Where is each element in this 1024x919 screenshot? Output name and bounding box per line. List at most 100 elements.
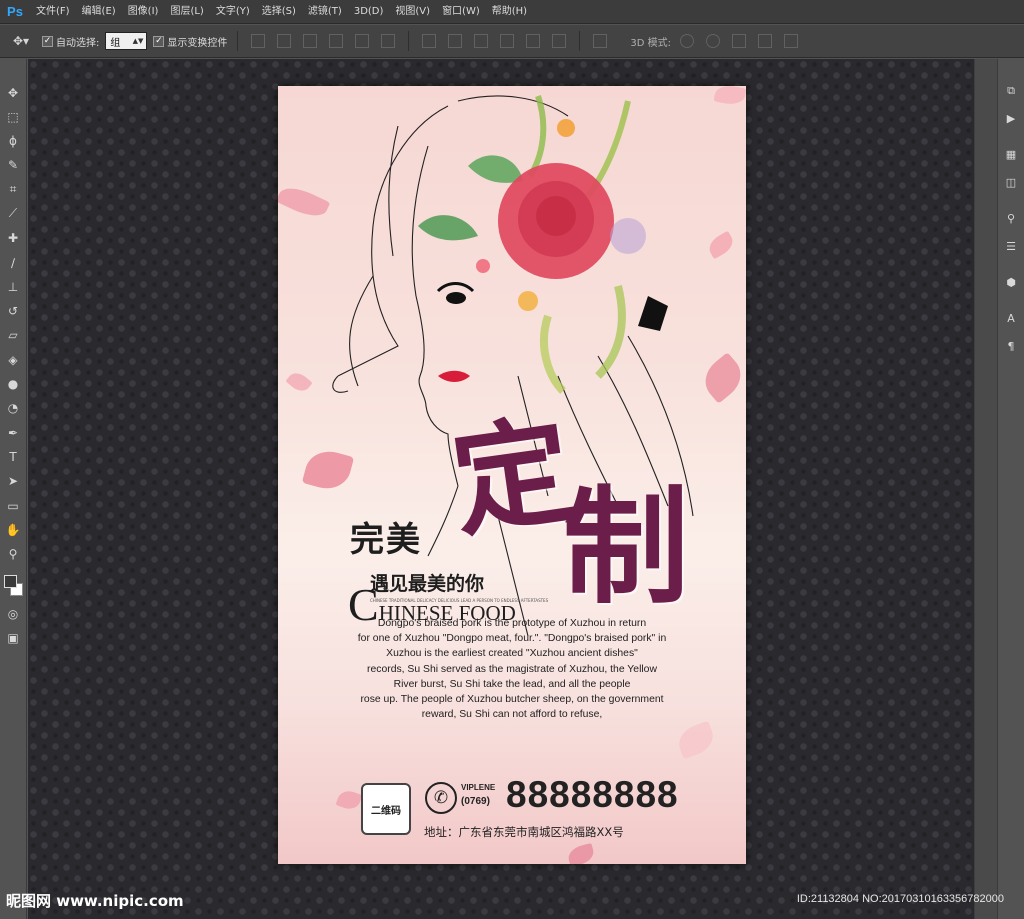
- brush-settings-icon[interactable]: ⚲: [1002, 209, 1020, 228]
- zoom-tool-icon[interactable]: ⚲: [4, 545, 22, 564]
- distribute-vcenter-icon[interactable]: [448, 34, 463, 48]
- petal-decoration: [713, 86, 746, 107]
- eraser-tool-icon[interactable]: ▱: [4, 326, 22, 345]
- auto-select-checkbox[interactable]: ✓ 自动选择:: [42, 34, 99, 49]
- photoshop-logo: Ps: [7, 4, 23, 19]
- quick-select-tool-icon[interactable]: ✎: [4, 156, 22, 175]
- description-line: for one of Xuzhou "Dongpo meat, four.". …: [357, 633, 667, 645]
- 3d-panel-icon[interactable]: ⬢: [1002, 273, 1020, 292]
- panel-collapse-strip: [974, 59, 997, 919]
- watermark-id: ID:21132804 NO:20170310163356782000: [796, 893, 1004, 905]
- description-line: Dongpo's braised pork is the prototype o…: [377, 618, 647, 629]
- blur-tool-icon[interactable]: ●: [4, 375, 22, 394]
- slide-3d-icon[interactable]: [758, 34, 772, 48]
- poster-document: 完美 定 制 遇见最美的你 CHINESE TRADITIONAL DELICA…: [278, 86, 746, 864]
- divider: [408, 31, 410, 51]
- show-transform-label: 显示变换控件: [167, 37, 228, 49]
- viplene-label: VIPLENE: [461, 783, 496, 792]
- screen-mode-icon[interactable]: ▣: [4, 629, 22, 648]
- paint-bucket-tool-icon[interactable]: ◈: [4, 350, 22, 369]
- auto-select-label: 自动选择:: [56, 37, 100, 49]
- quick-mask-icon[interactable]: ◎: [4, 604, 22, 623]
- color-swatches[interactable]: [3, 574, 23, 599]
- distribute-top-icon[interactable]: [422, 34, 437, 48]
- crop-tool-icon[interactable]: ⌗: [4, 180, 22, 199]
- color-panel-icon[interactable]: ▦: [1002, 145, 1020, 164]
- tools-panel: ✥ ⬚ ϕ ✎ ⌗ ⟋ ✚ ∕ ⊥ ↺ ▱ ◈ ● ◔ ✒ T ➤ ▭ ✋ ⚲ …: [0, 59, 27, 919]
- auto-align-icon[interactable]: [593, 34, 608, 48]
- watermark-nipic: 昵图网 www.nipic.com: [6, 892, 184, 910]
- distribute-left-icon[interactable]: [500, 34, 515, 48]
- area-code: (0769): [461, 796, 490, 807]
- character-panel-icon[interactable]: A: [1002, 309, 1020, 328]
- petal-decoration: [566, 842, 596, 864]
- menu-bar: Ps 文件(F) 编辑(E) 图像(I) 图层(L) 文字(Y) 选择(S) 滤…: [0, 0, 1024, 24]
- description-line: records, Su Shi served as the magistrate…: [367, 663, 657, 675]
- align-left-icon[interactable]: [329, 34, 344, 48]
- qr-code-placeholder: 二维码: [361, 783, 411, 835]
- path-select-tool-icon[interactable]: ➤: [4, 472, 22, 491]
- qr-code-label: 二维码: [371, 805, 401, 817]
- align-hcenter-icon[interactable]: [355, 34, 370, 48]
- title-custom-char-2: 制: [563, 473, 689, 621]
- type-tool-icon[interactable]: T: [4, 447, 22, 466]
- address-line: 地址：广东省东莞市南城区鸿福路XX号: [424, 825, 624, 839]
- orbit-3d-icon[interactable]: [680, 34, 694, 48]
- menu-layer[interactable]: 图层(L): [164, 0, 209, 24]
- swatches-panel-icon[interactable]: ◫: [1002, 173, 1020, 192]
- menu-file[interactable]: 文件(F): [30, 0, 76, 24]
- pen-tool-icon[interactable]: ✒: [4, 423, 22, 442]
- menu-3d[interactable]: 3D(D): [348, 0, 390, 24]
- menu-view[interactable]: 视图(V): [389, 0, 436, 24]
- menu-image[interactable]: 图像(I): [122, 0, 165, 24]
- eyedropper-tool-icon[interactable]: ⟋: [4, 204, 22, 223]
- distribute-hcenter-icon[interactable]: [526, 34, 541, 48]
- marquee-tool-icon[interactable]: ⬚: [4, 107, 22, 126]
- title-custom-char-1: 定: [443, 399, 581, 554]
- menu-filter[interactable]: 滤镜(T): [302, 0, 348, 24]
- hand-tool-icon[interactable]: ✋: [4, 520, 22, 539]
- petal-decoration: [335, 787, 363, 813]
- options-bar: ✥▾ ✓ 自动选择: 组 ▲▼ ✓ 显示变换控件 3D 模式:: [0, 25, 1024, 58]
- divider: [579, 31, 581, 51]
- title-perfect: 完美: [350, 520, 422, 560]
- dodge-tool-icon[interactable]: ◔: [4, 399, 22, 418]
- actions-panel-icon[interactable]: ▶: [1002, 109, 1020, 128]
- shape-tool-icon[interactable]: ▭: [4, 496, 22, 515]
- phone-icon: ✆: [425, 782, 457, 814]
- menu-help[interactable]: 帮助(H): [486, 0, 533, 24]
- history-brush-tool-icon[interactable]: ↺: [4, 302, 22, 321]
- phone-number: 88888888: [506, 774, 679, 815]
- brush-tool-icon[interactable]: ∕: [4, 253, 22, 272]
- scale-3d-icon[interactable]: [784, 34, 798, 48]
- paragraph-panel-icon[interactable]: ¶: [1002, 337, 1020, 356]
- clone-stamp-tool-icon[interactable]: ⊥: [4, 277, 22, 296]
- move-tool-preset-icon[interactable]: ✥▾: [6, 31, 36, 51]
- roll-3d-icon[interactable]: [706, 34, 720, 48]
- divider: [237, 31, 239, 51]
- eye-icon: [446, 292, 466, 304]
- history-panel-icon[interactable]: ⧉: [1002, 81, 1020, 100]
- align-top-icon[interactable]: [251, 34, 266, 48]
- chevron-updown-icon: ▲▼: [132, 37, 144, 45]
- description-line: rose up. The people of Xuzhou butcher sh…: [360, 694, 664, 706]
- lasso-tool-icon[interactable]: ϕ: [4, 132, 22, 151]
- mode-3d-label: 3D 模式:: [630, 37, 671, 49]
- align-vcenter-icon[interactable]: [277, 34, 292, 48]
- pan-3d-icon[interactable]: [732, 34, 746, 48]
- auto-select-dropdown[interactable]: 组 ▲▼: [105, 32, 148, 50]
- distribute-bottom-icon[interactable]: [474, 34, 489, 48]
- distribute-right-icon[interactable]: [552, 34, 567, 48]
- menu-window[interactable]: 窗口(W): [436, 0, 486, 24]
- adjustments-panel-icon[interactable]: ☰: [1002, 237, 1020, 256]
- move-tool-icon[interactable]: ✥: [4, 83, 22, 102]
- show-transform-checkbox[interactable]: ✓ 显示变换控件: [153, 34, 227, 49]
- menu-select[interactable]: 选择(S): [256, 0, 302, 24]
- healing-brush-tool-icon[interactable]: ✚: [4, 229, 22, 248]
- menu-edit[interactable]: 编辑(E): [76, 0, 122, 24]
- panels-dock: ⧉ ▶ ▦ ◫ ⚲ ☰ ⬢ A ¶: [997, 59, 1024, 919]
- align-bottom-icon[interactable]: [303, 34, 318, 48]
- align-right-icon[interactable]: [381, 34, 396, 48]
- foreground-color-swatch[interactable]: [4, 574, 17, 588]
- menu-type[interactable]: 文字(Y): [210, 0, 256, 24]
